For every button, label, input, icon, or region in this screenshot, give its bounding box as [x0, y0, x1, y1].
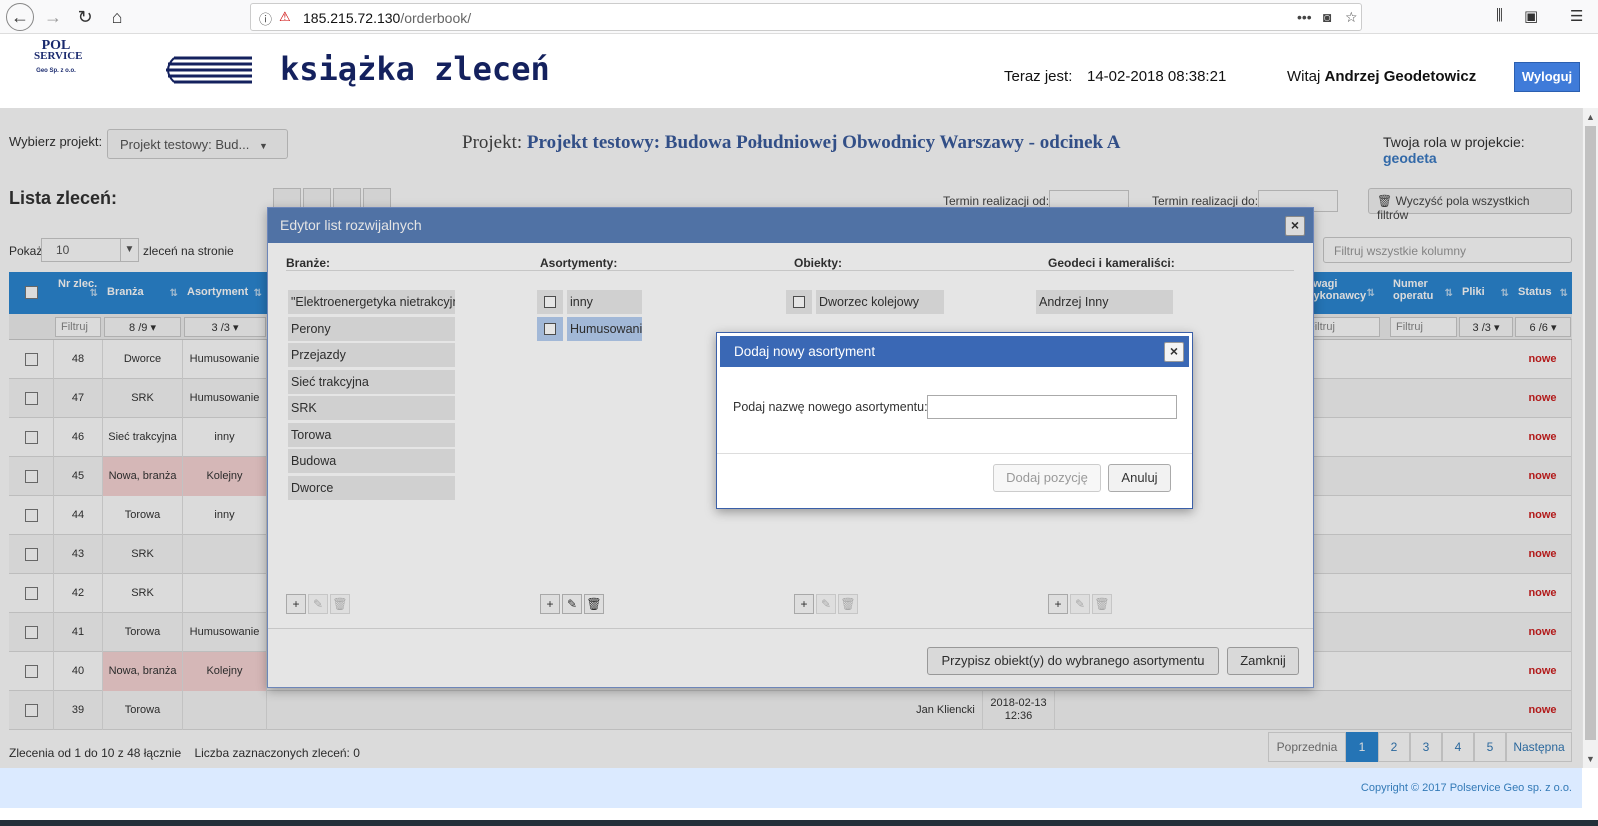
scroll-down-icon[interactable]: ▼: [1586, 754, 1595, 764]
library-icon[interactable]: ⫼: [1496, 7, 1503, 24]
scroll-up-icon[interactable]: ▲: [1586, 112, 1595, 122]
cancel-button[interactable]: Anuluj: [1108, 464, 1171, 492]
insecure-lock-icon[interactable]: ⚠: [279, 9, 291, 25]
address-bar[interactable]: ⓘ ⚠ 185.215.72.130/orderbook/ ••• ◙ ☆: [250, 3, 1362, 31]
book-stripes-logo: [166, 56, 252, 84]
menu-icon[interactable]: ☰: [1570, 7, 1583, 25]
add-dialog-close-icon[interactable]: ×: [1164, 342, 1184, 362]
scroll-thumb[interactable]: [1585, 126, 1596, 740]
copyright: Copyright © 2017 Polservice Geo sp. z o.…: [1360, 782, 1572, 794]
clock-value: 14-02-2018 08:38:21: [1087, 68, 1227, 85]
add-asortyment-dialog: Dodaj nowy asortyment × Podaj nazwę nowe…: [716, 332, 1193, 509]
logout-button[interactable]: Wyloguj: [1514, 62, 1580, 92]
browser-toolbar: ← → ↻ ⌂ ⓘ ⚠ 185.215.72.130/orderbook/ ••…: [0, 0, 1598, 34]
add-position-button[interactable]: Dodaj pozycję: [993, 464, 1101, 492]
greeting: Witaj Andrzej Geodetowicz: [1287, 68, 1477, 85]
page-scrollbar[interactable]: ▲ ▼: [1582, 108, 1598, 768]
polservice-logo: POL SERVICE Geo Sp. z o.o.: [34, 38, 83, 75]
reload-icon[interactable]: ↻: [72, 4, 98, 30]
new-asortyment-label: Podaj nazwę nowego asortymentu:: [733, 400, 928, 414]
new-asortyment-input[interactable]: [927, 395, 1177, 419]
home-icon[interactable]: ⌂: [104, 4, 130, 30]
forward-arrow-icon[interactable]: →: [40, 4, 66, 30]
url-text: 185.215.72.130/orderbook/: [303, 10, 472, 26]
more-icon[interactable]: •••: [1297, 9, 1312, 25]
page-footer: Copyright © 2017 Polservice Geo sp. z o.…: [0, 768, 1582, 808]
taskbar: [0, 820, 1598, 826]
bookmark-star-icon[interactable]: ☆: [1345, 9, 1358, 26]
sidebar-icon[interactable]: ▣: [1524, 7, 1538, 25]
add-dialog-title: Dodaj nowy asortyment: [720, 336, 1189, 367]
info-icon[interactable]: ⓘ: [259, 9, 272, 28]
app-title: książka zleceń: [280, 50, 550, 88]
back-arrow-icon[interactable]: ←: [6, 3, 34, 31]
clock-label: Teraz jest:: [1004, 68, 1073, 85]
pocket-icon[interactable]: ◙: [1323, 9, 1331, 25]
user-name: Andrzej Geodetowicz: [1324, 68, 1477, 85]
add-dialog-divider: [717, 453, 1192, 454]
